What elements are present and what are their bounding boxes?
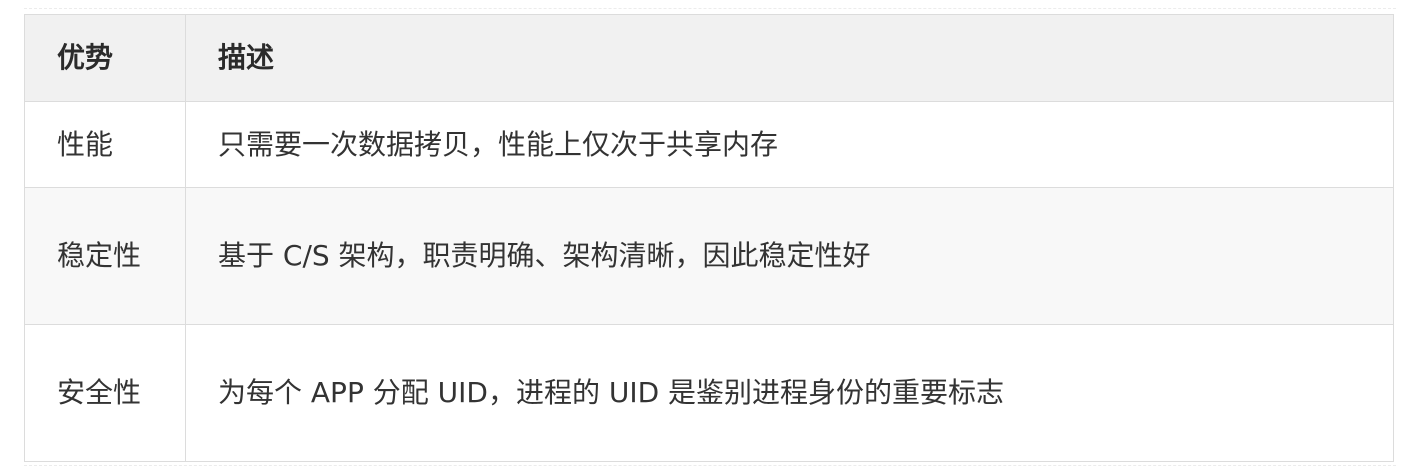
description-cell: 基于 C/S 架构，职责明确、架构清晰，因此稳定性好: [185, 187, 1394, 325]
advantages-table: 优势 描述 性能 只需要一次数据拷贝，性能上仅次于共享内存 稳定性 基于 C/S…: [24, 14, 1394, 462]
page: 优势 描述 性能 只需要一次数据拷贝，性能上仅次于共享内存 稳定性 基于 C/S…: [0, 0, 1420, 474]
header-description: 描述: [185, 14, 1394, 102]
advantage-cell: 稳定性: [24, 187, 186, 325]
description-cell: 为每个 APP 分配 UID，进程的 UID 是鉴别进程身份的重要标志: [185, 324, 1394, 462]
table-row: 性能 只需要一次数据拷贝，性能上仅次于共享内存: [24, 101, 1394, 188]
table-header-row: 优势 描述: [24, 14, 1394, 102]
header-advantage: 优势: [24, 14, 186, 102]
advantage-cell: 安全性: [24, 324, 186, 462]
table-row: 稳定性 基于 C/S 架构，职责明确、架构清晰，因此稳定性好: [24, 187, 1394, 325]
advantage-cell: 性能: [24, 101, 186, 188]
table-row: 安全性 为每个 APP 分配 UID，进程的 UID 是鉴别进程身份的重要标志: [24, 324, 1394, 462]
description-cell: 只需要一次数据拷贝，性能上仅次于共享内存: [185, 101, 1394, 188]
